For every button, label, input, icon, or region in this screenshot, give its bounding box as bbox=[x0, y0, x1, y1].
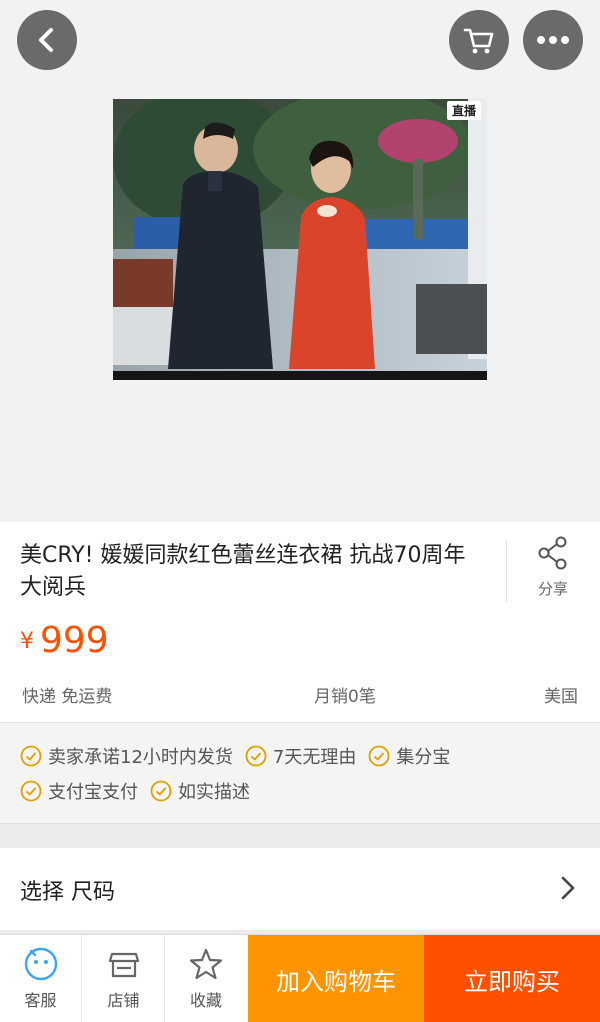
monthly-sales: 月销0笔 bbox=[314, 687, 376, 707]
add-to-cart-button[interactable]: 加入购物车 bbox=[248, 935, 424, 1022]
promise-row: 卖家承诺12小时内发货 7天无理由 集分宝 bbox=[20, 741, 462, 771]
promise-item: 支付宝支付 bbox=[20, 778, 138, 804]
check-circle-icon bbox=[150, 780, 172, 802]
promise-label: 支付宝支付 bbox=[48, 782, 138, 803]
promise-label: 如实描述 bbox=[178, 782, 250, 803]
check-circle-icon bbox=[20, 780, 42, 802]
promise-label: 卖家承诺12小时内发货 bbox=[48, 747, 233, 768]
service-promises[interactable]: 卖家承诺12小时内发货 7天无理由 集分宝 支付宝支付 如实描述 bbox=[0, 722, 600, 824]
chevron-left-icon bbox=[39, 28, 53, 52]
product-photo[interactable]: 直播 bbox=[113, 99, 487, 380]
product-info: 美CRY! 媛媛同款红色蕾丝连衣裙 抗战70周年大阅兵 分享 ¥999 快递 免… bbox=[0, 522, 600, 722]
favorite-button[interactable]: 收藏 bbox=[165, 935, 247, 1022]
favorite-label: 收藏 bbox=[189, 991, 222, 1010]
price-currency: ¥ bbox=[20, 629, 34, 654]
check-circle-icon bbox=[245, 745, 267, 767]
shop-label: 店铺 bbox=[107, 991, 140, 1010]
check-circle-icon bbox=[20, 745, 42, 767]
back-button[interactable] bbox=[17, 10, 77, 70]
promise-item: 如实描述 bbox=[150, 778, 250, 804]
shop-icon bbox=[108, 952, 139, 978]
shop-button[interactable]: 店铺 bbox=[83, 935, 165, 1022]
size-selector-label: 选择 尺码 bbox=[20, 880, 115, 905]
product-meta: 快递 免运费 月销0笔 美国 bbox=[0, 682, 600, 710]
photo-illustration bbox=[113, 99, 487, 380]
share-label: 分享 bbox=[537, 580, 568, 598]
product-image-area: 直播 bbox=[0, 0, 600, 522]
customer-service-label: 客服 bbox=[24, 991, 57, 1010]
origin-country: 美国 bbox=[544, 687, 578, 707]
price: ¥999 bbox=[20, 620, 109, 661]
star-icon bbox=[189, 948, 223, 980]
share-icon bbox=[538, 536, 567, 570]
chevron-right-icon bbox=[561, 876, 575, 900]
promise-item: 卖家承诺12小时内发货 bbox=[20, 743, 233, 769]
cart-button[interactable] bbox=[449, 10, 509, 70]
buy-now-button[interactable]: 立即购买 bbox=[424, 935, 600, 1022]
promise-row: 支付宝支付 如实描述 bbox=[20, 776, 262, 806]
check-circle-icon bbox=[368, 745, 390, 767]
bottom-action-bar: 客服 店铺 收藏 加入购物车 立即购买 bbox=[0, 934, 600, 1022]
more-dots-icon bbox=[537, 36, 569, 44]
customer-service-button[interactable]: 客服 bbox=[0, 935, 82, 1022]
live-badge: 直播 bbox=[446, 101, 481, 120]
promise-item: 集分宝 bbox=[368, 743, 450, 769]
promise-item: 7天无理由 bbox=[245, 743, 356, 769]
cart-icon bbox=[463, 28, 494, 54]
price-amount: 999 bbox=[40, 620, 109, 661]
share-divider bbox=[506, 540, 507, 602]
promise-label: 7天无理由 bbox=[272, 747, 357, 768]
product-title: 美CRY! 媛媛同款红色蕾丝连衣裙 抗战70周年大阅兵 bbox=[20, 543, 466, 600]
promise-label: 集分宝 bbox=[396, 747, 451, 768]
share-button[interactable]: 分享 bbox=[520, 536, 586, 599]
more-button[interactable] bbox=[523, 10, 583, 70]
shipping-info: 快递 免运费 bbox=[22, 687, 113, 707]
size-selector[interactable]: 选择 尺码 bbox=[0, 848, 600, 930]
customer-service-icon bbox=[24, 947, 57, 981]
